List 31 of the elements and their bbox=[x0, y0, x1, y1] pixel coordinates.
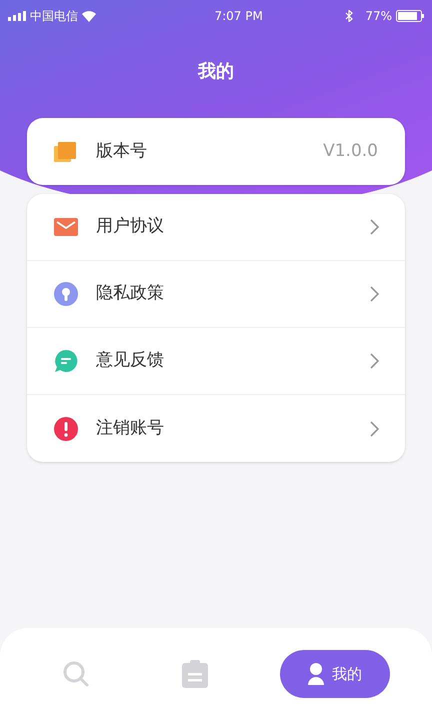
menu-label: 注销账号 bbox=[96, 416, 164, 440]
menu-label: 隐私政策 bbox=[96, 282, 164, 306]
version-number: V1.0.0 bbox=[323, 140, 378, 163]
carrier-name: 中国电信 bbox=[30, 8, 78, 25]
envelope-icon bbox=[54, 218, 78, 236]
version-label: 版本号 bbox=[96, 140, 147, 163]
search-icon bbox=[62, 660, 90, 688]
tab-item[interactable]: 我的 bbox=[280, 650, 390, 698]
wifi-icon bbox=[82, 10, 96, 22]
chevron-right-icon bbox=[370, 353, 379, 369]
keyhole-icon bbox=[54, 282, 78, 306]
menu-label: 意见反馈 bbox=[96, 349, 164, 372]
page-title: 我的 bbox=[198, 60, 234, 84]
menu-item[interactable]: 用户协议 bbox=[27, 194, 405, 261]
exclamation-icon bbox=[54, 416, 78, 440]
chevron-right-icon bbox=[370, 219, 379, 235]
chevron-right-icon bbox=[370, 286, 379, 302]
chat-bubble-icon bbox=[54, 349, 78, 373]
person-icon bbox=[308, 663, 324, 685]
chevron-right-icon bbox=[370, 420, 379, 436]
stacked-pages-icon bbox=[54, 142, 76, 162]
signal-icon bbox=[8, 11, 26, 21]
bluetooth-icon bbox=[345, 10, 354, 22]
battery-icon bbox=[396, 10, 424, 22]
clipboard-icon bbox=[182, 660, 208, 688]
menu-label: 用户协议 bbox=[96, 215, 164, 238]
menu-item[interactable]: 注销账号 bbox=[27, 395, 405, 462]
battery-percent: 77% bbox=[365, 8, 392, 25]
clock-time: 7:07 PM bbox=[214, 8, 263, 25]
menu-item[interactable]: 隐私政策 bbox=[27, 261, 405, 328]
menu-item[interactable]: 意见反馈 bbox=[27, 328, 405, 395]
